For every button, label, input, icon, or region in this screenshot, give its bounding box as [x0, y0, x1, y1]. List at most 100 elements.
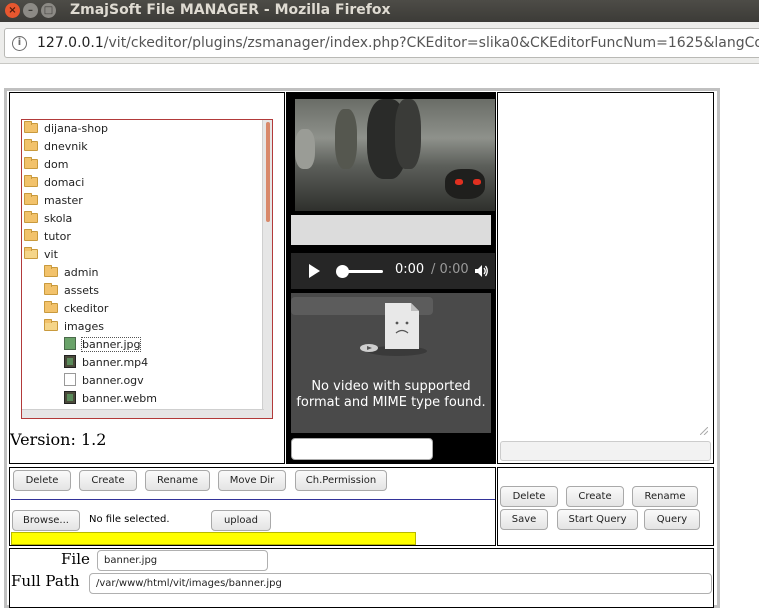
preview-caption-bar: [291, 215, 491, 245]
info-textarea[interactable]: [498, 93, 712, 439]
window-maximize-button[interactable]: □: [41, 3, 56, 18]
tree-item-label: banner.webm: [82, 392, 157, 405]
no-video-message: No video with supported format and MIME …: [296, 379, 486, 410]
tree-item-label: vit: [44, 248, 58, 261]
tree-item[interactable]: ckeditor: [44, 300, 108, 318]
file-tree: dijana-shop dnevnik dom domaci master skola tu…: [21, 119, 273, 419]
window-title: ZmajSoft File MANAGER - Mozilla Firefox: [70, 2, 391, 18]
time-total: / 0:00: [431, 262, 469, 277]
folder-open-icon: [44, 319, 58, 331]
tree-item-label: domaci: [44, 176, 85, 189]
folder-icon: [44, 283, 58, 295]
tree-item-label: skola: [44, 212, 73, 225]
delete-button[interactable]: Delete: [13, 470, 71, 491]
preview-panel: 0:00 / 0:00 No video with supported form…: [286, 92, 496, 464]
tree-item[interactable]: tutor: [24, 228, 71, 246]
tree-item-label: images: [64, 320, 104, 333]
folder-open-icon: [24, 247, 38, 259]
tree-item-label: admin: [64, 266, 99, 279]
info-icon[interactable]: i: [12, 36, 27, 51]
tree-item[interactable]: dnevnik: [24, 138, 88, 156]
window-titlebar: × – □ ZmajSoft File MANAGER - Mozilla Fi…: [0, 0, 759, 22]
tree-item[interactable]: images: [44, 318, 104, 336]
tree-item-label: dnevnik: [44, 140, 88, 153]
broken-file-icon: [360, 303, 427, 356]
info-input[interactable]: [500, 441, 711, 461]
folder-icon: [24, 157, 38, 169]
query-button[interactable]: Query: [644, 509, 700, 530]
url-host: 127.0.0.1: [37, 35, 104, 51]
folder-icon: [24, 229, 38, 241]
db-rename-button[interactable]: Rename: [632, 486, 698, 507]
image-file-icon: [64, 337, 76, 350]
create-button[interactable]: Create: [79, 470, 137, 491]
file-label: File: [61, 550, 90, 568]
tree-item[interactable]: dom: [24, 156, 68, 174]
tree-item-label: banner.jpg: [80, 337, 142, 352]
path-panel: File banner.jpg Full Path /var/www/html/…: [9, 548, 714, 608]
upload-progress-bar: [11, 532, 416, 545]
tree-item[interactable]: banner.ogv: [64, 372, 144, 390]
tree-item-label: banner.mp4: [82, 356, 149, 369]
save-button[interactable]: Save: [500, 509, 548, 530]
window-close-button[interactable]: ×: [5, 3, 20, 18]
url-bar[interactable]: i 127.0.0.1/vit/ckeditor/plugins/zsmanag…: [4, 28, 759, 58]
db-actions-panel: Delete Create Rename Save Start Query Qu…: [497, 467, 714, 546]
full-path-field[interactable]: /var/www/html/vit/images/banner.jpg: [89, 573, 712, 594]
speaker-icon[interactable]: [474, 264, 488, 278]
db-delete-button[interactable]: Delete: [500, 486, 558, 507]
no-file-label: No file selected.: [89, 514, 170, 525]
tree-item[interactable]: skola: [24, 210, 72, 228]
video-thumbnail: [295, 99, 495, 211]
resize-grip-icon[interactable]: [700, 427, 708, 435]
tree-item-label: master: [44, 194, 83, 207]
start-query-button[interactable]: Start Query: [557, 509, 638, 530]
preview-input[interactable]: [291, 438, 433, 460]
db-create-button[interactable]: Create: [566, 486, 624, 507]
play-icon[interactable]: [309, 264, 320, 278]
no-video-box: No video with supported format and MIME …: [291, 293, 491, 433]
tree-item[interactable]: admin: [44, 264, 98, 282]
tree-item[interactable]: vit: [24, 246, 58, 264]
upload-button[interactable]: upload: [211, 510, 271, 531]
file-icon: [64, 373, 76, 386]
tree-item[interactable]: dijana-shop: [24, 120, 108, 138]
tree-vertical-scrollbar[interactable]: [262, 120, 272, 418]
browser-toolbar: i 127.0.0.1/vit/ckeditor/plugins/zsmanag…: [0, 22, 759, 64]
folder-icon: [24, 211, 38, 223]
folder-icon: [24, 175, 38, 187]
time-current: 0:00: [395, 262, 425, 277]
tree-item[interactable]: assets: [44, 282, 99, 300]
tree-item-label: assets: [64, 284, 100, 297]
tree-item[interactable]: banner.jpg: [64, 336, 142, 354]
folder-icon: [24, 121, 38, 133]
move-dir-button[interactable]: Move Dir: [218, 470, 286, 491]
window-minimize-button[interactable]: –: [23, 3, 38, 18]
file-tree-panel: dijana-shop dnevnik dom domaci master skola tu…: [9, 92, 285, 464]
ch-permission-button[interactable]: Ch.Permission: [295, 470, 387, 491]
media-controls: 0:00 / 0:00: [291, 253, 495, 289]
tree-item-label: tutor: [44, 230, 71, 243]
file-field[interactable]: banner.jpg: [97, 550, 268, 571]
separator: [11, 499, 495, 500]
tree-item[interactable]: domaci: [24, 174, 84, 192]
tree-item-label: banner.ogv: [82, 374, 144, 387]
tree-item-label: dijana-shop: [44, 122, 108, 135]
browse-button[interactable]: Browse...: [12, 510, 80, 531]
tree-item[interactable]: banner.webm: [64, 390, 157, 408]
folder-icon: [44, 265, 58, 277]
tree-item-label: ckeditor: [64, 302, 109, 315]
video-file-icon: [64, 391, 76, 404]
tree-item[interactable]: master: [24, 192, 83, 210]
version-label: Version: 1.2: [10, 430, 107, 449]
folder-icon: [24, 193, 38, 205]
tree-scroll-thumb[interactable]: [266, 122, 270, 222]
tree-item-label: dom: [44, 158, 69, 171]
url-path: /vit/ckeditor/plugins/zsmanager/index.ph…: [103, 35, 759, 51]
rename-button[interactable]: Rename: [145, 470, 210, 491]
tree-item[interactable]: banner.mp4: [64, 354, 148, 372]
folder-icon: [24, 139, 38, 151]
folder-icon: [44, 301, 58, 313]
seek-knob[interactable]: [336, 265, 349, 278]
tree-horizontal-scrollbar[interactable]: [22, 409, 264, 418]
